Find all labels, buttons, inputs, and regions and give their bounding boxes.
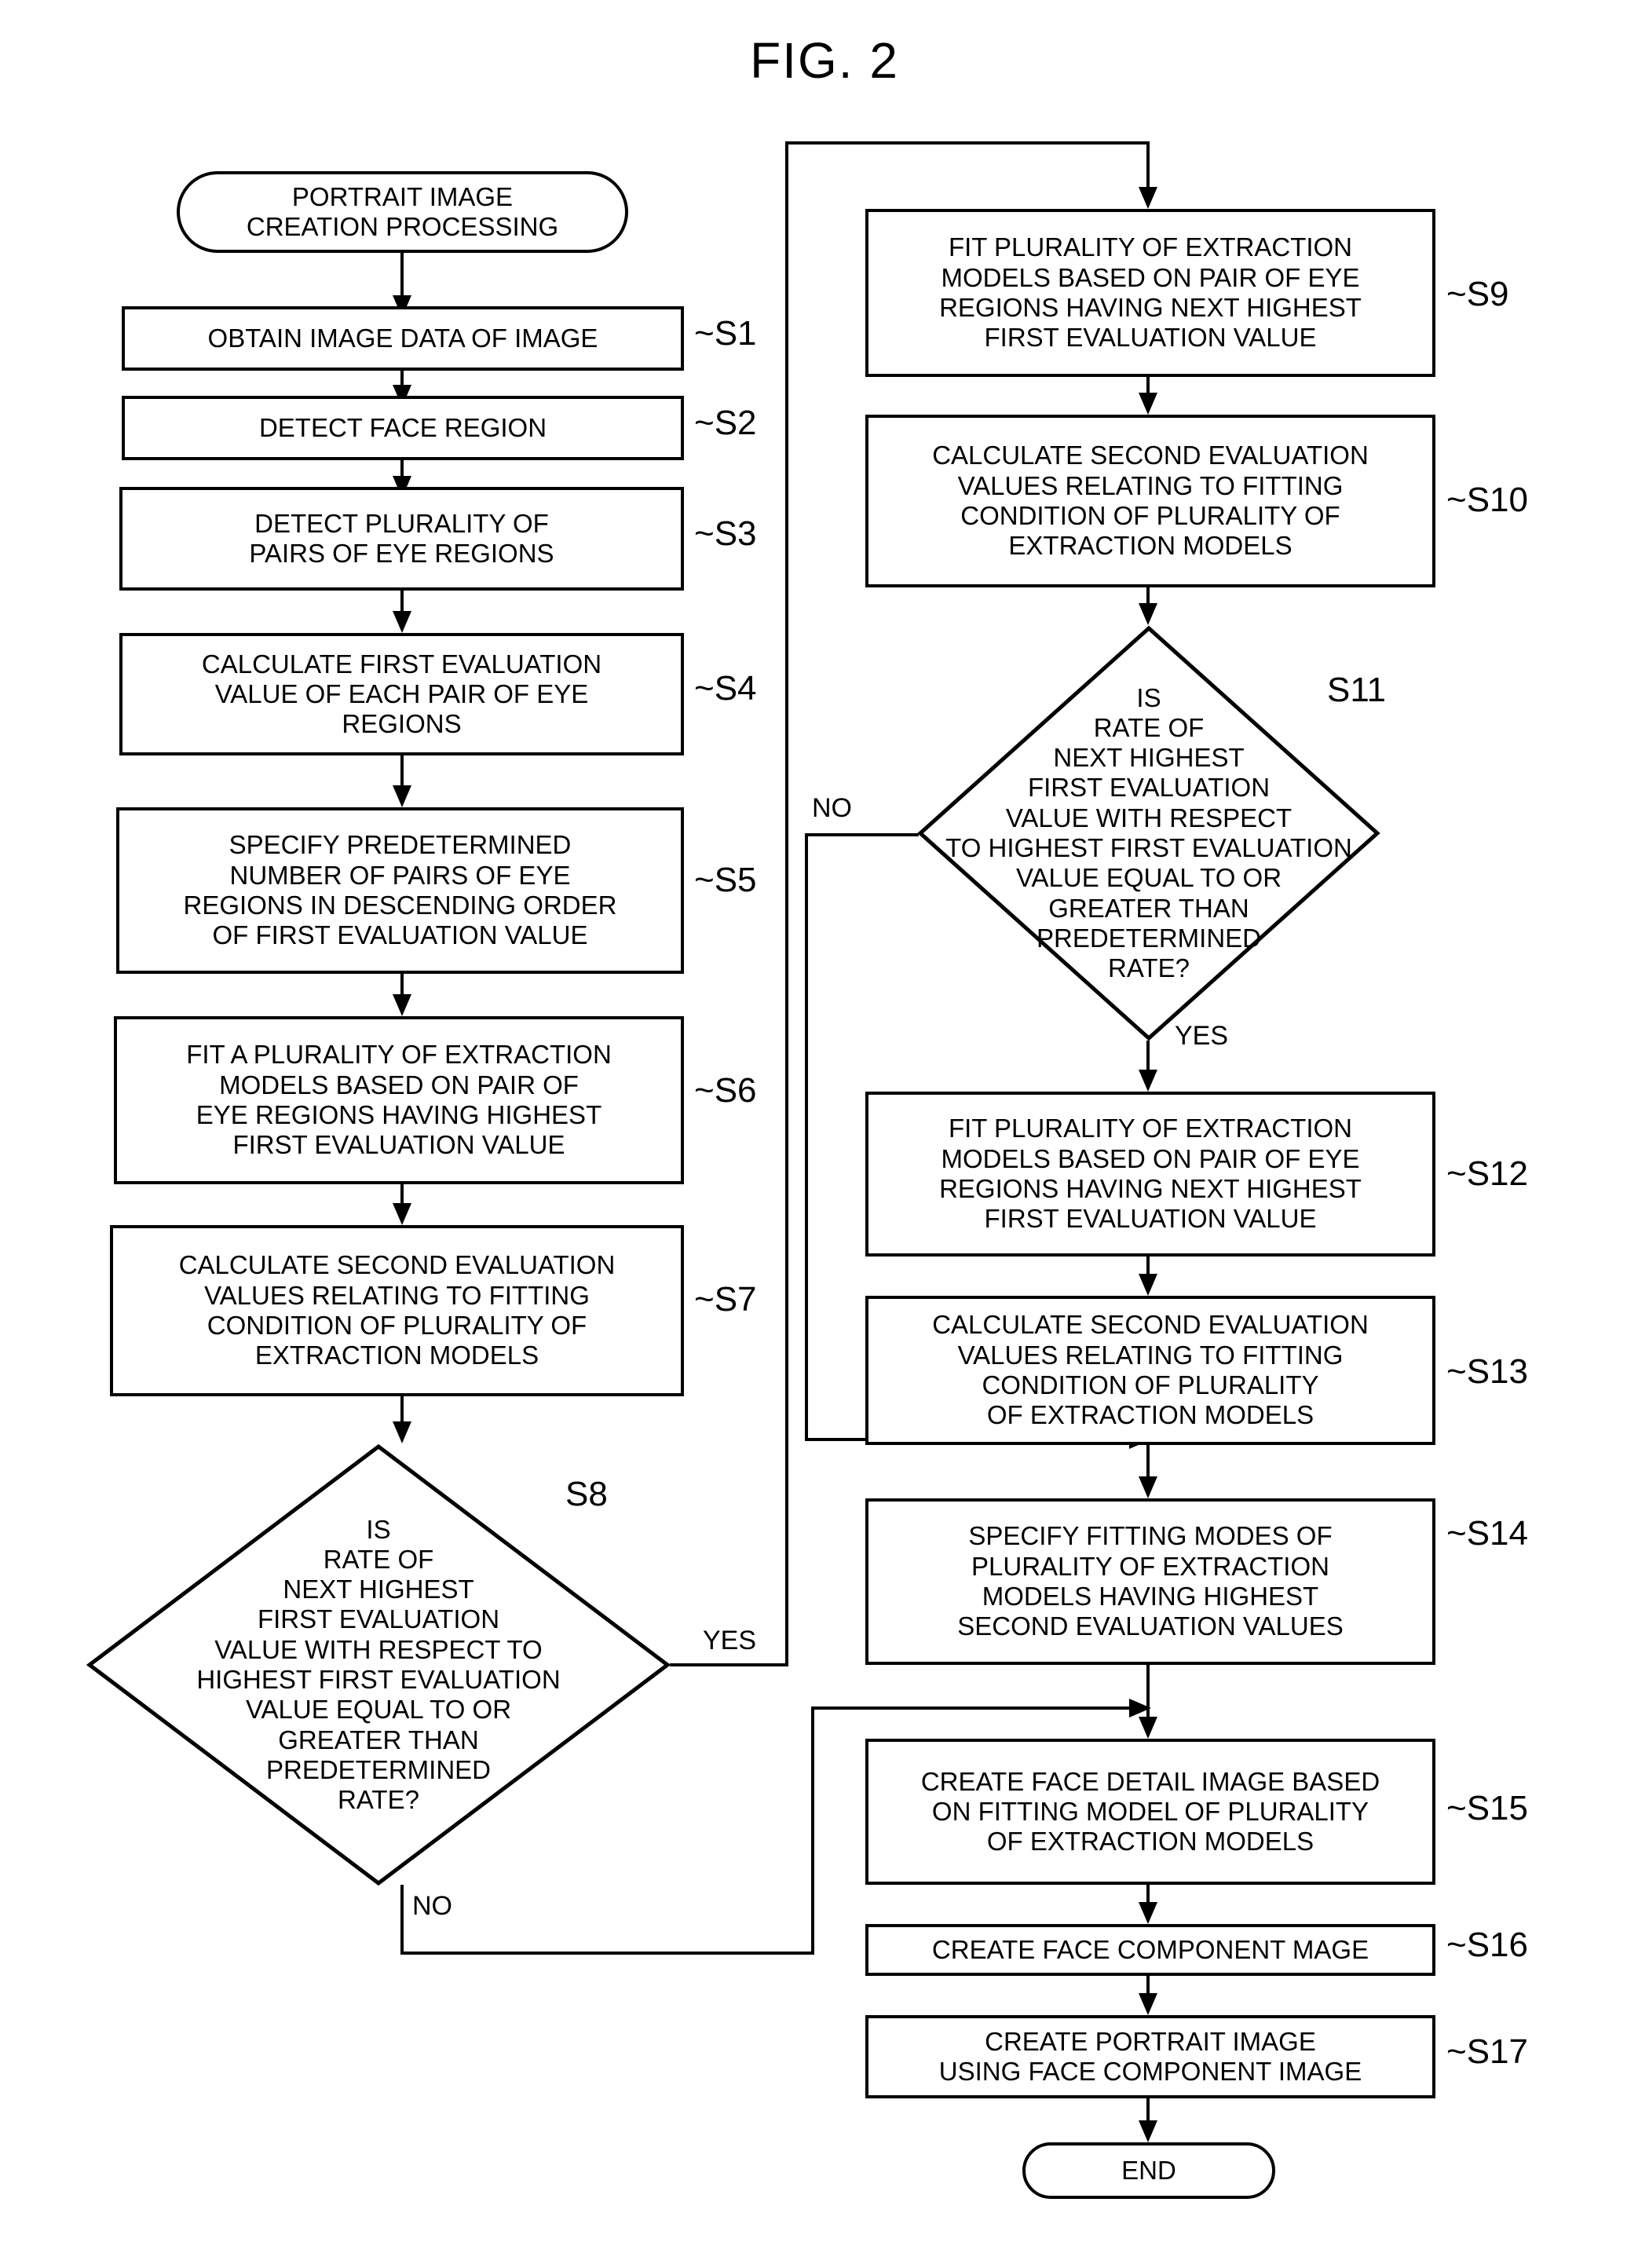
step-ref-s7: ~S7	[694, 1280, 757, 1319]
step-ref-s17: ~S17	[1446, 2032, 1528, 2071]
step-ref-s16: ~S16	[1446, 1926, 1528, 1964]
branch-label-s8-no: NO	[412, 1891, 452, 1921]
process-s6[interactable]: FIT A PLURALITY OF EXTRACTION MODELS BASE…	[114, 1016, 684, 1184]
figure-title: FIG. 2	[750, 32, 899, 89]
process-s17-label: CREATE PORTRAIT IMAGE USING FACE COMPONEN…	[938, 2026, 1362, 2086]
figure-canvas: FIG. 2 PORTRAIT IMAGE CREATION PROCESSIN…	[0, 0, 1649, 2268]
step-ref-s2: ~S2	[694, 404, 757, 442]
step-ref-s12: ~S12	[1446, 1154, 1528, 1193]
step-ref-s5: ~S5	[694, 861, 757, 899]
process-s2[interactable]: DETECT FACE REGION	[122, 396, 684, 460]
terminal-start[interactable]: PORTRAIT IMAGE CREATION PROCESSING	[177, 171, 628, 253]
process-s6-label: FIT A PLURALITY OF EXTRACTION MODELS BASE…	[186, 1040, 612, 1160]
process-s12[interactable]: FIT PLURALITY OF EXTRACTION MODELS BASED …	[865, 1092, 1435, 1257]
process-s9[interactable]: FIT PLURALITY OF EXTRACTION MODELS BASED …	[865, 209, 1435, 377]
branch-label-s8-yes: YES	[703, 1626, 757, 1655]
process-s12-label: FIT PLURALITY OF EXTRACTION MODELS BASED …	[939, 1114, 1362, 1234]
process-s5[interactable]: SPECIFY PREDETERMINED NUMBER OF PAIRS OF …	[116, 807, 684, 974]
process-s15[interactable]: CREATE FACE DETAIL IMAGE BASED ON FITTING…	[865, 1739, 1435, 1885]
process-s16-label: CREATE FACE COMPONENT MAGE	[931, 1934, 1369, 1964]
process-s1-label: OBTAIN IMAGE DATA OF IMAGE	[207, 323, 598, 353]
terminal-start-label: PORTRAIT IMAGE CREATION PROCESSING	[246, 181, 559, 241]
process-s9-label: FIT PLURALITY OF EXTRACTION MODELS BASED …	[939, 232, 1362, 353]
process-s2-label: DETECT FACE REGION	[258, 412, 547, 442]
process-s4[interactable]: CALCULATE FIRST EVALUATION VALUE OF EACH …	[119, 633, 684, 755]
branch-label-s11-yes: YES	[1175, 1021, 1229, 1051]
process-s17[interactable]: CREATE PORTRAIT IMAGE USING FACE COMPONEN…	[865, 2015, 1435, 2098]
step-ref-s1: ~S1	[694, 314, 757, 353]
process-s16[interactable]: CREATE FACE COMPONENT MAGE	[865, 1924, 1435, 1976]
terminal-end-label: END	[1121, 2155, 1176, 2185]
step-ref-s8: S8	[565, 1475, 608, 1513]
step-ref-s10: ~S10	[1446, 481, 1528, 519]
step-ref-s15: ~S15	[1446, 1789, 1528, 1827]
process-s10[interactable]: CALCULATE SECOND EVALUATION VALUES RELATI…	[865, 415, 1435, 587]
process-s7[interactable]: CALCULATE SECOND EVALUATION VALUES RELATI…	[110, 1225, 684, 1396]
process-s5-label: SPECIFY PREDETERMINED NUMBER OF PAIRS OF …	[183, 830, 617, 950]
step-ref-s14: ~S14	[1446, 1514, 1528, 1553]
step-ref-s11: S11	[1327, 671, 1387, 709]
step-ref-s3: ~S3	[694, 514, 757, 553]
process-s14-label: SPECIFY FITTING MODES OF PLURALITY OF EXT…	[957, 1521, 1344, 1641]
process-s14[interactable]: SPECIFY FITTING MODES OF PLURALITY OF EXT…	[865, 1498, 1435, 1665]
step-ref-s13: ~S13	[1446, 1352, 1528, 1391]
step-ref-s9: ~S9	[1446, 275, 1509, 313]
process-s3-label: DETECT PLURALITY OF PAIRS OF EYE REGIONS	[249, 508, 554, 568]
process-s4-label: CALCULATE FIRST EVALUATION VALUE OF EACH …	[201, 649, 602, 739]
process-s7-label: CALCULATE SECOND EVALUATION VALUES RELATI…	[178, 1250, 616, 1370]
process-s15-label: CREATE FACE DETAIL IMAGE BASED ON FITTING…	[920, 1766, 1380, 1856]
terminal-end[interactable]: END	[1022, 2142, 1275, 2199]
process-s13[interactable]: CALCULATE SECOND EVALUATION VALUES RELATI…	[865, 1296, 1435, 1445]
process-s1[interactable]: OBTAIN IMAGE DATA OF IMAGE	[122, 306, 684, 371]
process-s10-label: CALCULATE SECOND EVALUATION VALUES RELATI…	[932, 441, 1369, 561]
process-s3[interactable]: DETECT PLURALITY OF PAIRS OF EYE REGIONS	[119, 487, 684, 591]
process-s13-label: CALCULATE SECOND EVALUATION VALUES RELATI…	[932, 1310, 1369, 1430]
branch-label-s11-no: NO	[812, 793, 852, 823]
decision-s11[interactable]: IS RATE OF NEXT HIGHEST FIRST EVALUATION VAL…	[917, 625, 1380, 1041]
step-ref-s6: ~S6	[694, 1071, 757, 1110]
step-ref-s4: ~S4	[694, 669, 757, 708]
